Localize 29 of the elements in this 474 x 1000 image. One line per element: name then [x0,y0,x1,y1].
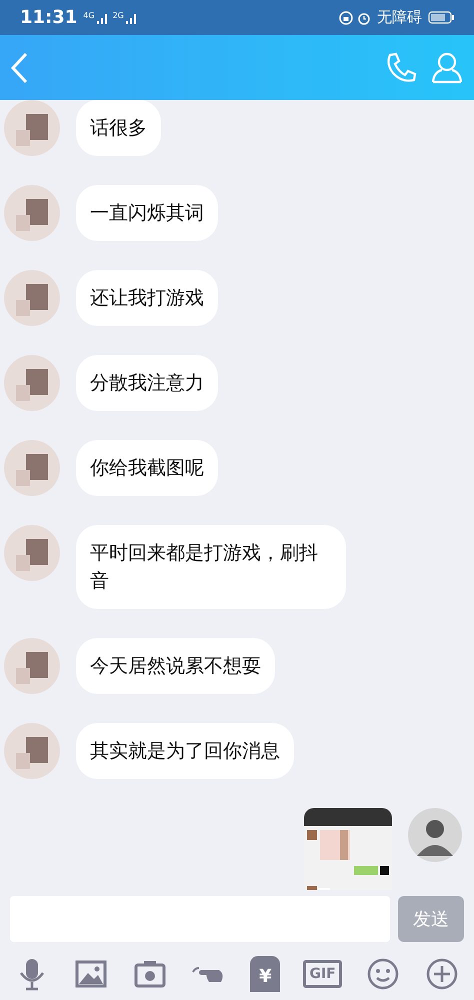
message-bubble: 一直闪烁其词 [76,185,218,241]
signal-label: 2G [112,10,124,22]
message-bubble: 其实就是为了回你消息 [76,723,294,779]
profile-icon[interactable] [430,50,464,84]
battery-icon [428,11,454,24]
avatar[interactable] [4,440,60,496]
message-bubble: 还让我打游戏 [76,270,218,326]
message-bubble: 今天居然说累不想耍 [76,638,275,694]
message-bubble: 你给我截图呢 [76,440,218,496]
avatar[interactable] [4,100,60,156]
envelope-icon[interactable]: ¥ [250,956,280,992]
lock-icon [339,10,353,24]
avatar[interactable] [4,723,60,779]
clock: 11:31 [20,6,78,30]
message-bubble: 分散我注意力 [76,355,218,411]
gif-icon[interactable]: GIF [303,960,342,988]
message-bubble: 话很多 [76,100,161,156]
accessibility-label: 无障碍 [377,7,422,28]
avatar[interactable] [4,355,60,411]
avatar[interactable] [4,638,60,694]
avatar[interactable] [4,525,60,581]
back-icon[interactable] [10,52,30,84]
message-bubble: 平时回来都是打游戏，刷抖音 [76,525,346,609]
alarm-icon [357,10,371,24]
avatar[interactable] [4,270,60,326]
avatar[interactable] [408,808,462,862]
signal-label: 4G [83,10,95,22]
avatar[interactable] [4,185,60,241]
send-button[interactable]: 发送 [398,896,464,942]
